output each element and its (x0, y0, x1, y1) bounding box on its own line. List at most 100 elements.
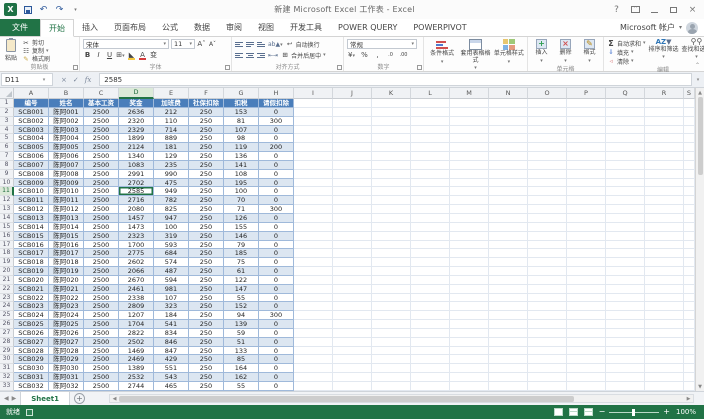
row-header-10[interactable]: 10 (0, 178, 14, 188)
cell-A17[interactable]: SCB016 (14, 240, 49, 250)
wrap-text-button[interactable]: ↩ 自动换行 (286, 40, 320, 49)
cell-G22[interactable]: 147 (224, 284, 259, 294)
cell-M14[interactable] (450, 213, 489, 223)
page-break-view-icon[interactable] (583, 408, 593, 416)
cell-D25[interactable]: 1207 (119, 311, 154, 321)
cell-L2[interactable] (411, 107, 450, 117)
cell-O6[interactable] (528, 143, 567, 153)
cell-C15[interactable]: 2500 (84, 222, 119, 232)
cell-J2[interactable] (333, 107, 372, 117)
cell-J29[interactable] (333, 346, 372, 356)
cell-O27[interactable] (528, 328, 567, 338)
cell-J28[interactable] (333, 337, 372, 347)
cell-K18[interactable] (372, 249, 411, 259)
cell-S24[interactable] (684, 302, 695, 312)
cell-E9[interactable]: 990 (154, 169, 189, 179)
cell-Q2[interactable] (606, 107, 645, 117)
avatar[interactable] (686, 21, 698, 34)
zoom-level[interactable]: 100% (676, 408, 696, 416)
cell-E11[interactable]: 949 (154, 187, 189, 197)
save-button[interactable] (22, 4, 33, 15)
cell-F28[interactable]: 250 (189, 337, 224, 347)
cell-P23[interactable] (567, 293, 606, 303)
cell-L26[interactable] (411, 320, 450, 329)
cell-F3[interactable]: 250 (189, 116, 224, 126)
cell-K25[interactable] (372, 311, 411, 321)
cell-O2[interactable] (528, 107, 567, 117)
cell-Q10[interactable] (606, 178, 645, 188)
autosum-button[interactable]: Σ 自动求和 ▾ (607, 39, 645, 48)
cell-K16[interactable] (372, 231, 411, 241)
dialog-launcher-alignment[interactable] (337, 65, 342, 70)
cell-N30[interactable] (489, 355, 528, 365)
cell-H25[interactable]: 300 (259, 311, 294, 321)
cell-C14[interactable]: 2500 (84, 213, 119, 223)
cell-H8[interactable]: 0 (259, 160, 294, 170)
cell-P18[interactable] (567, 249, 606, 259)
row-header-28[interactable]: 28 (0, 337, 14, 347)
cell-A8[interactable]: SCB007 (14, 160, 49, 170)
cell-S9[interactable] (684, 169, 695, 179)
cell-R13[interactable] (645, 205, 684, 214)
cell-G30[interactable]: 85 (224, 355, 259, 365)
cell-O29[interactable] (528, 346, 567, 356)
sheet-nav-prev-icon[interactable]: ◀ (4, 395, 9, 402)
cell-G9[interactable]: 108 (224, 169, 259, 179)
minimize-button[interactable] (646, 3, 663, 17)
cell-E2[interactable]: 212 (154, 107, 189, 117)
cell-I3[interactable] (294, 116, 333, 126)
row-header-26[interactable]: 26 (0, 320, 14, 329)
cell-I7[interactable] (294, 152, 333, 161)
cell-D12[interactable]: 2716 (119, 196, 154, 206)
row-header-3[interactable]: 3 (0, 116, 14, 126)
cell-F5[interactable]: 250 (189, 134, 224, 144)
cell-N20[interactable] (489, 267, 528, 276)
cell-A27[interactable]: SCB026 (14, 328, 49, 338)
cell-L32[interactable] (411, 373, 450, 382)
cell-E27[interactable]: 834 (154, 328, 189, 338)
cell-M1[interactable] (450, 99, 489, 108)
cell-E16[interactable]: 319 (154, 231, 189, 241)
cell-D3[interactable]: 2320 (119, 116, 154, 126)
cell-S32[interactable] (684, 373, 695, 382)
cell-I5[interactable] (294, 134, 333, 144)
cell-C23[interactable]: 2500 (84, 293, 119, 303)
cell-M2[interactable] (450, 107, 489, 117)
cell-C4[interactable]: 2500 (84, 125, 119, 135)
cell-L17[interactable] (411, 240, 450, 250)
cell-S31[interactable] (684, 364, 695, 374)
cell-J14[interactable] (333, 213, 372, 223)
cell-O26[interactable] (528, 320, 567, 329)
column-header-L[interactable]: L (411, 88, 450, 99)
cell-C17[interactable]: 2500 (84, 240, 119, 250)
cell-M27[interactable] (450, 328, 489, 338)
cell-B14[interactable]: 陈阿013 (49, 213, 84, 223)
row-header-33[interactable]: 33 (0, 382, 14, 391)
formula-input[interactable]: 2585 (99, 73, 692, 86)
cell-K19[interactable] (372, 258, 411, 268)
cell-O13[interactable] (528, 205, 567, 214)
cell-B16[interactable]: 陈阿015 (49, 231, 84, 241)
row-header-25[interactable]: 25 (0, 311, 14, 321)
cell-O15[interactable] (528, 222, 567, 232)
align-right-icon[interactable] (257, 52, 265, 59)
cell-J1[interactable] (333, 99, 372, 108)
cell-L1[interactable] (411, 99, 450, 108)
cell-O9[interactable] (528, 169, 567, 179)
cell-H23[interactable]: 0 (259, 293, 294, 303)
cell-I11[interactable] (294, 187, 333, 197)
cell-S19[interactable] (684, 258, 695, 268)
cell-E17[interactable]: 593 (154, 240, 189, 250)
cell-B30[interactable]: 陈阿029 (49, 355, 84, 365)
cell-styles-button[interactable]: 单元格样式 ▾ (494, 39, 524, 65)
cell-P5[interactable] (567, 134, 606, 144)
cell-M23[interactable] (450, 293, 489, 303)
cell-F2[interactable]: 250 (189, 107, 224, 117)
cell-L6[interactable] (411, 143, 450, 153)
cell-I19[interactable] (294, 258, 333, 268)
macro-record-icon[interactable] (26, 408, 33, 416)
cell-P17[interactable] (567, 240, 606, 250)
cell-P15[interactable] (567, 222, 606, 232)
cell-F29[interactable]: 250 (189, 346, 224, 356)
cell-I14[interactable] (294, 213, 333, 223)
